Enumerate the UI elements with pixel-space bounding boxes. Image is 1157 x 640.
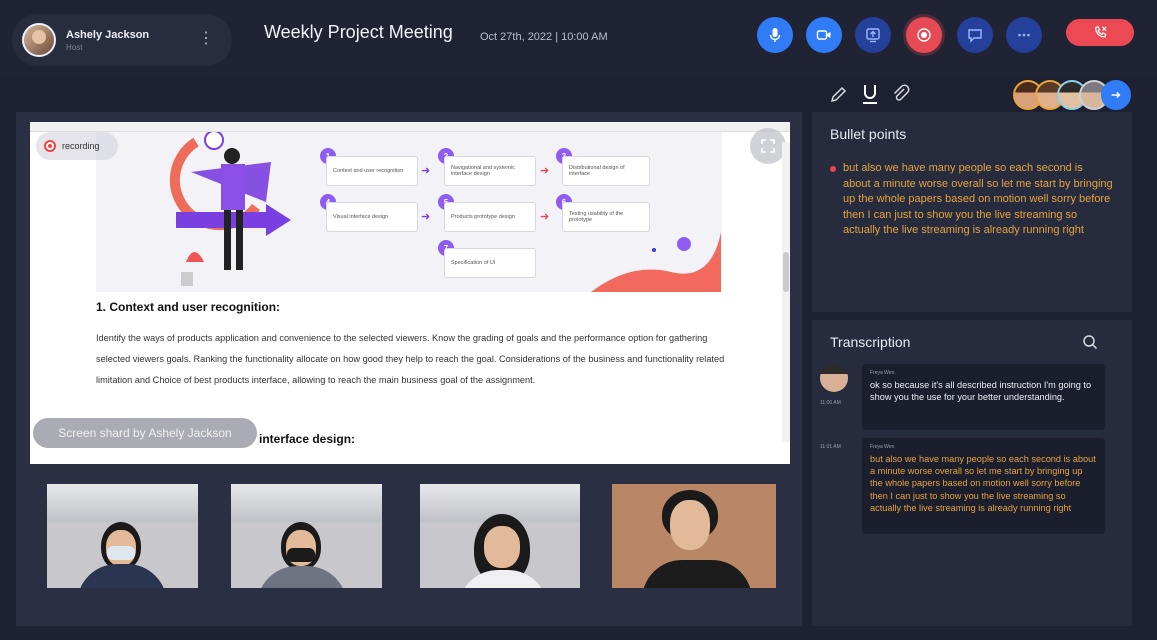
arrow-right-icon: ➜ [421,211,431,223]
host-role: Host [66,42,83,52]
participant-video-tile[interactable] [612,484,776,588]
host-name: Ashely Jackson [66,28,150,41]
scrollbar[interactable] [782,142,790,442]
fullscreen-button[interactable] [750,128,786,164]
record-button[interactable] [906,17,942,53]
chat-button[interactable] [957,17,993,53]
more-button[interactable] [1006,17,1042,53]
message-text: ok so because it's all described instruc… [870,380,1092,403]
recording-indicator: recording [36,132,118,160]
attachment-icon[interactable] [890,82,910,106]
host-avatar [22,23,56,57]
arrow-right-icon [1111,91,1121,99]
screen-share-panel: recording 1 Context and user recognition… [16,112,802,626]
screen-share-label: Screen shard by Ashely Jackson [33,418,257,448]
participant-video-tile[interactable] [420,484,580,588]
transcription-panel: Transcription 11:00 AM Freya Wen ok so b… [812,320,1132,626]
message-sender: Freya Wen [870,444,895,450]
bullet-icon [830,166,836,172]
step-box: Products prototype design [444,202,536,232]
message-text: but also we have many people so each sec… [870,454,1096,513]
end-call-button[interactable] [1066,19,1134,46]
document-heading-2: interface design: [259,432,356,446]
browser-bar [30,122,790,132]
step-box: Navigational and systemic interface desi… [444,156,536,186]
arrow-right-icon: ➜ [540,165,550,177]
participant-video-tile[interactable] [231,484,382,588]
mic-icon [769,28,781,42]
step-box: Visual interface design [326,202,418,232]
step-box: Testing usability of the prototype [562,202,650,232]
document-paragraph: Identify the ways of products applicatio… [96,333,725,385]
step-box: Specification of UI [444,248,536,278]
step-box: Distributional design of interface [562,156,650,186]
scrollbar-thumb[interactable] [783,252,789,292]
document-heading: 1. Context and user recognition: [96,300,281,314]
step-box: Context and user recognition [326,156,418,186]
meeting-title: Weekly Project Meeting [264,22,453,42]
mic-button[interactable] [757,17,793,53]
message-time: 11:00 AM [820,400,841,406]
host-card[interactable]: Ashely Jackson Host ⋮ [12,14,232,66]
underline-icon[interactable] [860,82,880,106]
record-icon [917,28,931,42]
share-screen-button[interactable] [855,17,891,53]
arrow-right-icon: ➜ [421,165,431,177]
message-sender: Freya Wen [870,370,895,376]
shared-screen: recording 1 Context and user recognition… [30,122,790,464]
pencil-icon[interactable] [828,82,848,106]
message-time: 11:01 AM [820,444,841,450]
end-call-icon [1094,26,1107,38]
speaker-avatar [820,364,848,392]
arrow-right-icon: ➜ [540,211,550,223]
transcript-message: Freya Wen but also we have many people s… [862,438,1105,534]
share-screen-icon [866,28,880,43]
chat-icon [968,29,982,43]
meeting-datetime: Oct 27th, 2022 | 10:00 AM [480,31,608,43]
participant-video-tile[interactable] [47,484,198,588]
fullscreen-icon [761,139,775,153]
more-vertical-icon[interactable]: ⋮ [198,31,214,47]
top-bar: Ashely Jackson Host ⋮ Weekly Project Mee… [0,0,1157,76]
bullet-points-panel: Bullet points but also we have many peop… [812,112,1132,312]
bullet-points-title: Bullet points [830,126,907,142]
camera-icon [816,30,831,40]
record-dot-icon [44,140,56,152]
more-participants-button[interactable] [1101,80,1131,110]
transcript-message: Freya Wen ok so because it's all describ… [862,364,1105,430]
search-icon[interactable] [1082,334,1098,350]
more-icon [1018,33,1030,37]
transcription-title: Transcription [830,334,911,350]
camera-button[interactable] [806,17,842,53]
bullet-point-item: but also we have many people so each sec… [843,162,1113,237]
recording-label: recording [62,141,100,151]
